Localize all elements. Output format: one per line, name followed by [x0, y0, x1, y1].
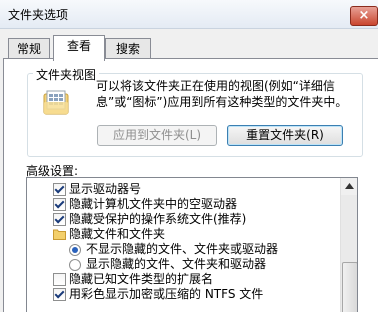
title-bar: 文件夹选项 × — [0, 0, 378, 29]
tab-search[interactable]: 搜索 — [105, 38, 151, 59]
list-item-label: 用彩色显示加密或压缩的 NTFS 文件 — [69, 287, 264, 301]
list-item-label: 隐藏受保护的操作系统文件(推荐) — [69, 212, 247, 226]
list-scrollbar[interactable] — [340, 178, 357, 312]
folder-icon — [53, 228, 66, 244]
hide-empty-drives-checkbox[interactable] — [53, 198, 66, 211]
list-item-label: 隐藏已知文件类型的扩展名 — [69, 272, 214, 286]
chevron-up-icon — [345, 182, 354, 191]
list-item-label: 不显示隐藏的文件、文件夹或驱动器 — [86, 242, 279, 256]
dont-show-hidden-radio[interactable] — [69, 244, 81, 256]
show-hidden-radio[interactable] — [69, 259, 81, 271]
list-item-label: 显示驱动器号 — [69, 182, 142, 196]
reset-folders-button[interactable]: 重置文件夹(R) — [227, 125, 343, 146]
folder-view-icon — [42, 88, 72, 121]
close-button[interactable]: × — [350, 6, 378, 26]
scroll-thumb[interactable] — [342, 262, 357, 312]
folder-views-description: 可以将该文件夹正在使用的视图(例如“详细信息”或“图标”)应用到所有这种类型的文… — [96, 79, 348, 109]
hide-extensions-checkbox[interactable] — [53, 273, 66, 286]
list-item-label: 隐藏计算机文件夹中的空驱动器 — [69, 197, 238, 211]
tab-view[interactable]: 查看 — [53, 35, 105, 61]
list-item-label: 隐藏文件和文件夹 — [69, 227, 166, 241]
show-drive-letters-checkbox[interactable] — [53, 183, 66, 196]
scroll-up-button[interactable] — [341, 178, 357, 195]
close-icon: × — [358, 8, 370, 23]
apply-to-folders-button[interactable]: 应用到文件夹(L) — [97, 125, 217, 146]
advanced-settings-list[interactable]: 显示驱动器号 隐藏计算机文件夹中的空驱动器 隐藏受保护的操作系统文件(推荐) 隐… — [26, 177, 358, 312]
list-item-label: 显示隐藏的文件、文件夹和驱动器 — [86, 257, 267, 271]
window-title: 文件夹选项 — [8, 8, 69, 22]
color-ntfs-files-checkbox[interactable] — [53, 288, 66, 301]
folder-views-label: 文件夹视图 — [33, 66, 100, 83]
tab-general[interactable]: 常规 — [8, 38, 50, 59]
hide-protected-os-files-checkbox[interactable] — [53, 213, 66, 226]
